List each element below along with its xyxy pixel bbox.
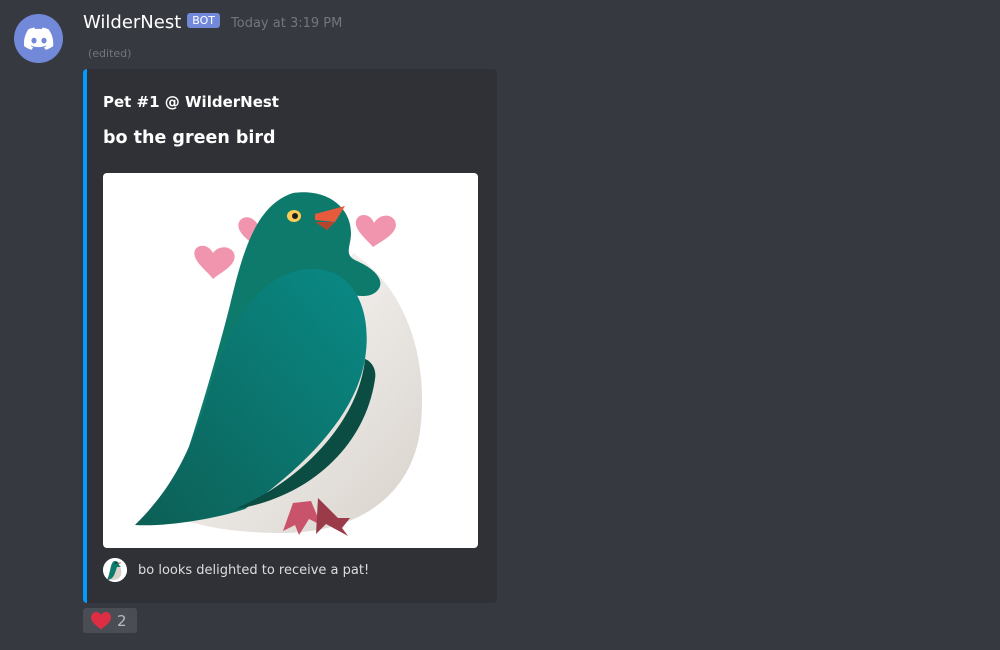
bot-tag-badge: BOT: [187, 13, 221, 28]
embed-image[interactable]: [103, 173, 478, 548]
embed-author: Pet #1 @ WilderNest: [103, 93, 279, 111]
embed-title: bo the green bird: [103, 128, 276, 148]
embed-footer-text: bo looks delighted to receive a pat!: [138, 562, 370, 578]
green-bird-with-hearts-icon: [135, 192, 423, 536]
message-timestamp: Today at 3:19 PM: [231, 16, 343, 31]
green-bird-icon: [103, 558, 127, 582]
heart-reaction[interactable]: 2: [83, 608, 137, 633]
embed-footer: bo looks delighted to receive a pat!: [103, 558, 369, 582]
reaction-count: 2: [117, 611, 127, 630]
red-heart-icon: [91, 611, 111, 629]
bot-avatar[interactable]: [14, 14, 63, 63]
rich-embed: Pet #1 @ WilderNest bo the green bird bo…: [83, 69, 497, 603]
message-header: WilderNest BOT Today at 3:19 PM: [83, 12, 342, 33]
author-name[interactable]: WilderNest: [83, 12, 181, 33]
chat-message: WilderNest BOT Today at 3:19 PM (edited)…: [0, 0, 1000, 650]
edited-indicator: (edited): [88, 47, 132, 60]
discord-logo-icon: [23, 27, 53, 50]
